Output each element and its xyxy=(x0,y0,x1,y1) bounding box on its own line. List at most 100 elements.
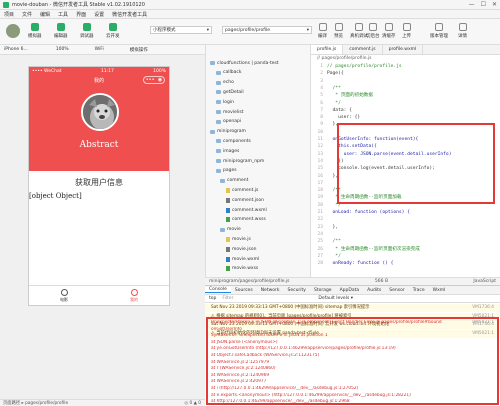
device-select[interactable]: iPhone 6... xyxy=(4,47,28,52)
user-avatar[interactable] xyxy=(6,24,20,38)
tree-item-label: callback xyxy=(223,70,242,76)
tree-item[interactable]: movielist xyxy=(216,108,243,116)
tree-item[interactable]: comment.wxml xyxy=(226,206,267,214)
page-path[interactable]: 页面路径 ▸ pages/profile/profile xyxy=(3,400,68,406)
language-mode[interactable]: JavaScript xyxy=(473,279,496,284)
tree-item[interactable]: comment.js xyxy=(226,186,258,194)
file-icon xyxy=(226,207,230,213)
exit-icon[interactable]: ◉ xyxy=(158,77,162,83)
log-source[interactable]: VM1736:4 xyxy=(472,304,494,312)
toolbar-button[interactable]: 切后台 xyxy=(366,23,380,39)
menu-item[interactable]: 文件 xyxy=(22,11,32,18)
carrier-label: •••• WeChat xyxy=(32,68,62,74)
toolbar-button[interactable]: 上传 xyxy=(402,23,411,39)
toolbar-button[interactable]: 调试器 xyxy=(80,23,94,39)
switch-icon xyxy=(368,23,377,31)
maximize-icon[interactable]: ☐ xyxy=(481,1,486,8)
devtools-tab[interactable]: Wxml xyxy=(429,288,450,293)
editor-status-bar: miniprogram/pages/profile/profile.js 566… xyxy=(205,277,500,285)
tab-comment-js[interactable]: comment.js xyxy=(343,45,383,54)
line-number: 6 xyxy=(320,100,323,106)
tree-item[interactable]: openapi xyxy=(216,118,241,126)
devtools-tab[interactable]: Network xyxy=(257,288,284,293)
get-user-info-button[interactable]: 获取用户信息 xyxy=(29,177,169,188)
toolbar-button-label: 编辑器 xyxy=(54,34,68,39)
tree-item[interactable]: movie.wxss xyxy=(226,265,258,273)
tree-item[interactable]: images xyxy=(216,147,239,155)
tab-profile-js[interactable]: profile.js xyxy=(311,45,344,54)
tab-label: 电影 xyxy=(60,296,68,302)
toolbar-button-label: 清缓存 xyxy=(382,34,396,39)
devtools-tab[interactable]: Security xyxy=(283,288,309,293)
folder-icon xyxy=(216,168,221,173)
tree-item[interactable]: comment.wxss xyxy=(226,216,266,224)
editor-tabs: profile.js comment.js profile.wxml xyxy=(311,45,500,55)
tree-item[interactable]: comment.json xyxy=(226,196,264,204)
tree-item[interactable]: comment xyxy=(220,177,248,185)
toolbar-button[interactable]: 详情 xyxy=(458,23,467,39)
tree-item-label: movielist xyxy=(223,109,244,115)
folder-icon xyxy=(216,139,221,144)
tab-profile[interactable]: 我的 xyxy=(130,288,138,303)
debug-console: Console Sources Network Security Storage AppD… xyxy=(205,285,500,406)
tree-item[interactable]: login xyxy=(216,98,234,106)
tree-item[interactable]: getDetail xyxy=(216,88,244,96)
menu-item[interactable]: 微信开发者工具 xyxy=(112,11,147,18)
console-filter-bar: top Filter Default levels ▾ xyxy=(205,295,500,303)
line-number: 12 xyxy=(317,144,323,150)
window-controls: — ☐ ✕ xyxy=(469,1,497,8)
filter-input[interactable]: Filter xyxy=(222,296,312,301)
folder-icon xyxy=(216,70,221,75)
menu-item[interactable]: 工具 xyxy=(58,11,68,18)
tree-item[interactable]: cloudfunctions | panda-test xyxy=(210,59,279,67)
tree-item[interactable]: movie xyxy=(220,226,241,234)
tree-item[interactable]: movie.js xyxy=(226,235,251,243)
tree-item[interactable]: pages xyxy=(216,167,237,175)
folder-icon xyxy=(216,80,221,85)
tab-profile-wxml[interactable]: profile.wxml xyxy=(383,45,424,54)
context-select[interactable]: top xyxy=(209,296,216,301)
devtools-tab[interactable]: Console xyxy=(205,287,231,293)
toolbar-button[interactable]: 模拟器 xyxy=(28,23,42,39)
toolbar-button[interactable]: 版本管理 xyxy=(430,23,448,39)
devtools-tab[interactable]: Trace xyxy=(409,288,429,293)
compile-select[interactable]: pages/profile/profile ▾ xyxy=(222,26,312,34)
code-line: 23 }, xyxy=(311,224,338,231)
tree-item[interactable]: movie.wxml xyxy=(226,255,259,263)
line-number: 2 xyxy=(320,71,323,77)
menu-item[interactable]: 项目 xyxy=(4,11,14,18)
zoom-select[interactable]: 100% xyxy=(56,47,69,52)
toolbar-button[interactable]: 清缓存 xyxy=(382,23,396,39)
tree-item[interactable]: echo xyxy=(216,79,234,87)
tree-item[interactable]: miniprogram xyxy=(210,128,246,136)
tree-item[interactable]: movie.json xyxy=(226,245,256,253)
devtools-tab[interactable]: Sensor xyxy=(385,288,408,293)
devtools-tab[interactable]: Sources xyxy=(231,288,257,293)
tab-movie[interactable]: 电影 xyxy=(60,288,68,303)
minimize-icon[interactable]: — xyxy=(469,1,475,8)
line-number: 15 xyxy=(317,166,323,172)
toolbar-button[interactable]: 预览 xyxy=(334,23,343,39)
simulate-action[interactable]: 模拟操作 xyxy=(130,47,148,53)
menu-item[interactable]: 设置 xyxy=(94,11,104,18)
tree-item[interactable]: callback xyxy=(216,69,241,77)
devtools-tab[interactable]: Audits xyxy=(363,288,385,293)
menu-item[interactable]: 界面 xyxy=(76,11,86,18)
more-icon[interactable]: ••• xyxy=(146,77,155,83)
capsule-button[interactable]: ••• ◉ xyxy=(143,76,165,84)
mode-select[interactable]: 小程序模式 ▾ xyxy=(150,26,212,34)
toolbar-button[interactable]: 云开发 xyxy=(106,23,120,39)
devtools-tab[interactable]: AppData xyxy=(336,288,364,293)
code-line: 4 /** xyxy=(311,85,341,92)
tree-item[interactable]: miniprogram_npm xyxy=(216,157,264,165)
line-number: 14 xyxy=(317,158,323,164)
devtools-tab[interactable]: Storage xyxy=(310,288,336,293)
toolbar-button[interactable]: 编译 xyxy=(318,23,327,39)
close-icon[interactable]: ✕ xyxy=(492,1,497,8)
log-levels-select[interactable]: Default levels ▾ xyxy=(318,296,353,301)
toolbar-button[interactable]: 编辑器 xyxy=(54,23,68,39)
network-select[interactable]: WiFi xyxy=(95,47,104,52)
bug-icon xyxy=(82,23,91,31)
tree-item[interactable]: components xyxy=(216,137,251,145)
menu-item[interactable]: 编辑 xyxy=(40,11,50,18)
